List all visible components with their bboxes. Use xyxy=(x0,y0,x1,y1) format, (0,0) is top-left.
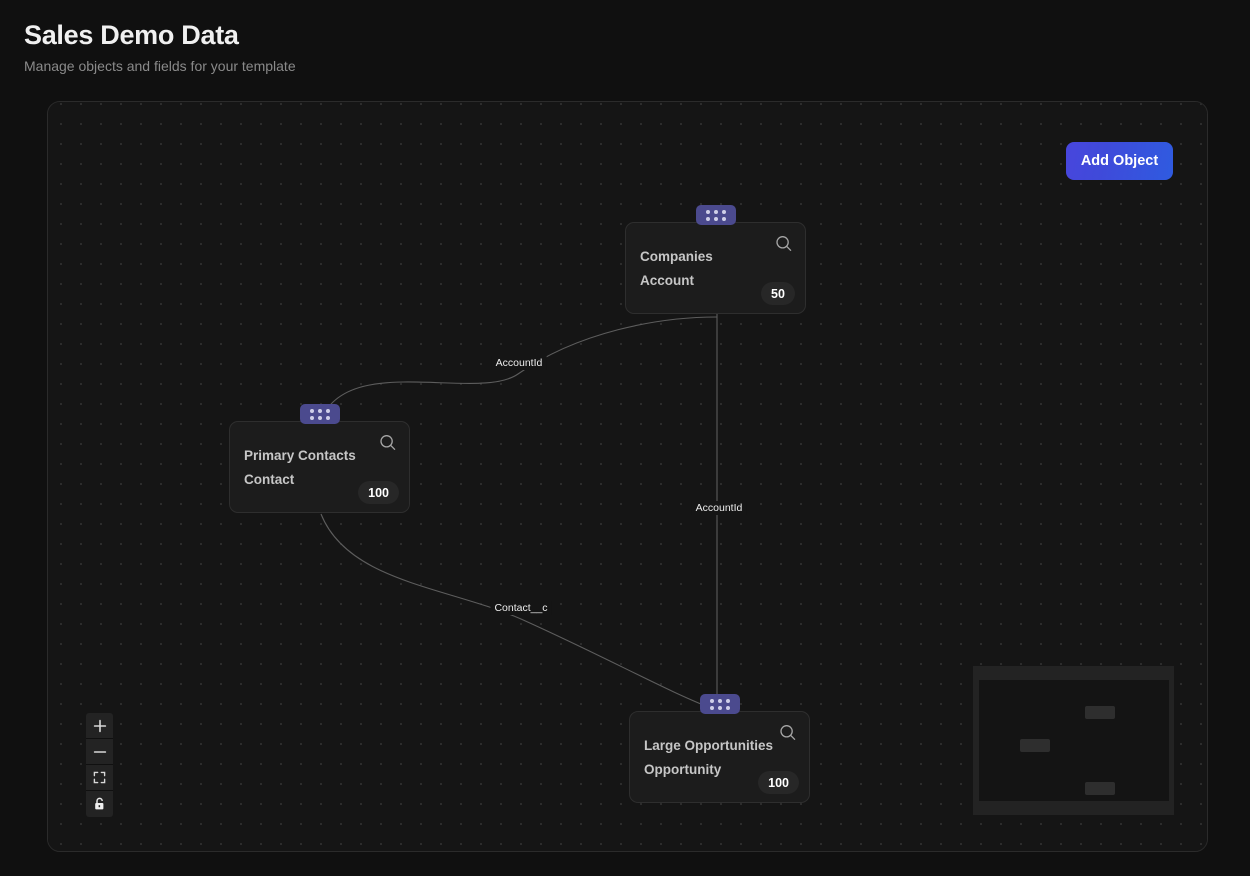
lock-icon xyxy=(95,797,104,810)
fit-view-button[interactable] xyxy=(86,765,113,791)
drag-handle-icon[interactable] xyxy=(699,694,740,714)
page-subtitle: Manage objects and fields for your templ… xyxy=(24,58,296,74)
object-node-companies[interactable]: Companies Account 50 xyxy=(625,205,806,314)
node-label: Primary Contacts xyxy=(244,448,356,463)
search-icon[interactable] xyxy=(378,433,398,453)
app-root: Sales Demo Data Manage objects and field… xyxy=(0,0,1250,876)
minimap[interactable] xyxy=(973,666,1174,815)
lock-button[interactable] xyxy=(86,791,113,817)
edge-label: AccountId xyxy=(491,356,547,370)
search-icon[interactable] xyxy=(774,234,794,254)
add-object-button[interactable]: Add Object xyxy=(1066,142,1173,180)
record-count-badge: 100 xyxy=(358,481,399,504)
object-graph-canvas[interactable]: Add Object AccountId AccountId Contact__c … xyxy=(47,101,1208,852)
node-body: Large Opportunities Opportunity 100 xyxy=(630,712,809,802)
page-title: Sales Demo Data xyxy=(24,20,239,50)
page-header: Sales Demo Data Manage objects and field… xyxy=(24,18,724,76)
minus-icon xyxy=(93,750,106,753)
drag-handle-icon[interactable] xyxy=(695,205,736,225)
zoom-out-button[interactable] xyxy=(86,739,113,765)
edge-label: AccountId xyxy=(691,501,747,515)
minimap-node xyxy=(1085,782,1115,795)
record-count-badge: 100 xyxy=(758,771,799,794)
node-label: Companies xyxy=(640,249,713,264)
node-label: Large Opportunities xyxy=(644,738,774,753)
minimap-node xyxy=(1020,739,1050,752)
minimap-viewport xyxy=(979,680,1169,801)
record-count-badge: 50 xyxy=(761,282,795,305)
canvas-controls[interactable] xyxy=(86,713,113,817)
edge-label: Contact__c xyxy=(490,601,552,615)
node-body: Primary Contacts Contact 100 xyxy=(230,422,409,512)
drag-handle-icon[interactable] xyxy=(299,404,340,424)
object-node-primary-contacts[interactable]: Primary Contacts Contact 100 xyxy=(229,404,410,513)
plus-icon xyxy=(93,719,106,732)
object-node-large-opportunities[interactable]: Large Opportunities Opportunity 100 xyxy=(629,694,810,803)
minimap-node xyxy=(1085,706,1115,719)
node-body: Companies Account 50 xyxy=(626,223,805,313)
zoom-in-button[interactable] xyxy=(86,713,113,739)
fit-view-icon xyxy=(93,771,106,784)
search-icon[interactable] xyxy=(778,723,798,743)
